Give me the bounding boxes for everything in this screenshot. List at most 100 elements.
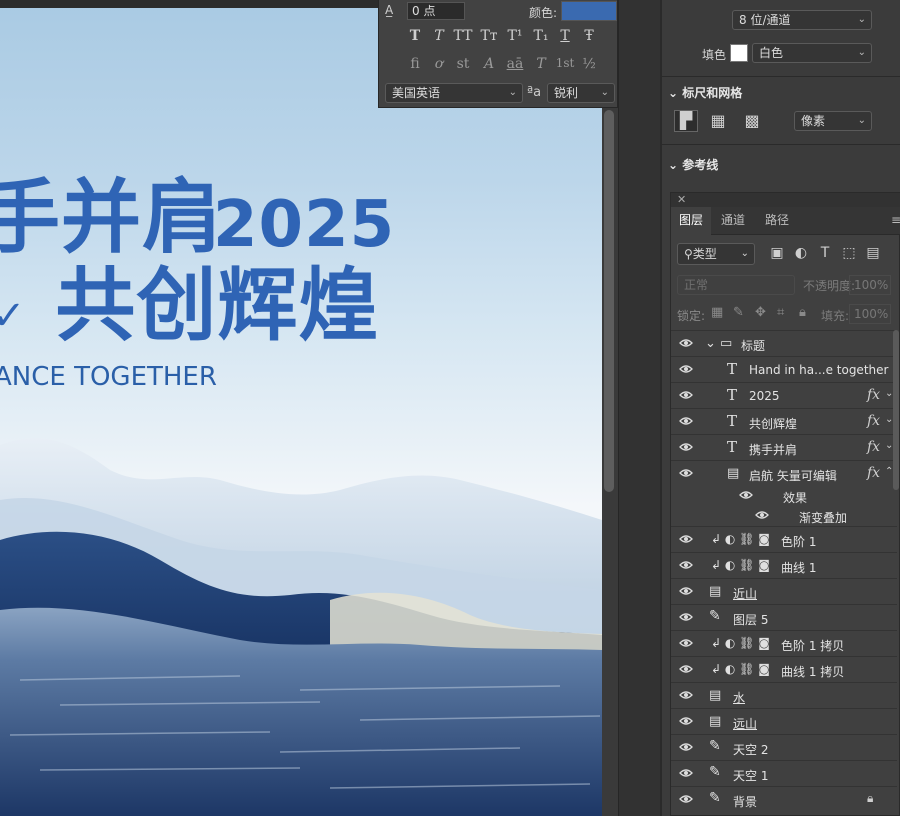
layer-row[interactable]: ↲ ◐ ⛓ ◙ 色阶 1 拷贝 (671, 630, 897, 656)
visibility-eye-icon[interactable] (679, 337, 697, 351)
layer-row[interactable]: ↲ ◐ ⛓ ◙ 曲线 1 拷贝 (671, 656, 897, 682)
image-filter-icon[interactable]: ▣ (767, 245, 787, 261)
visibility-eye-icon[interactable] (679, 533, 697, 547)
visibility-eye-icon[interactable] (679, 389, 697, 403)
fill-field[interactable]: 100% (849, 304, 891, 324)
kerning-field[interactable]: 0 点 (407, 2, 465, 20)
tab-layers[interactable]: 图层 (671, 207, 712, 235)
layer-row[interactable]: ▤ 启航 矢量可编辑 fx ⌃ (671, 460, 897, 486)
old-style-button[interactable]: ơ (427, 56, 451, 72)
opacity-field[interactable]: 100% (849, 275, 891, 295)
fill-dropdown[interactable]: 白色 ⌄ (752, 43, 872, 63)
layer-row[interactable]: ▤ 近山 (671, 578, 897, 604)
layer-row[interactable]: T 共创辉煌 fx ⌄ (671, 408, 897, 434)
antialias-dropdown[interactable]: 锐利 ⌄ (547, 83, 615, 103)
superscript-button[interactable]: T¹ (503, 28, 527, 44)
layers-scroll-thumb[interactable] (893, 330, 899, 490)
panel-menu-icon[interactable]: ≡ (891, 213, 900, 227)
visibility-eye-icon[interactable] (679, 415, 697, 429)
smart-object-icon: ▤ (709, 688, 722, 703)
layer-row[interactable]: ▤ 水 (671, 682, 897, 708)
lock-all-icon[interactable]: 🔒︎ (799, 305, 806, 320)
units-value: 像素 (801, 114, 826, 128)
blend-mode-dropdown[interactable]: 正常 (677, 275, 795, 295)
visibility-eye-icon[interactable] (679, 559, 697, 573)
layer-row[interactable]: ▤ 远山 (671, 708, 897, 734)
visibility-eye-icon[interactable] (755, 509, 773, 523)
visibility-eye-icon[interactable] (679, 793, 697, 807)
layer-row[interactable]: ↲ ◐ ⛓ ◙ 曲线 1 (671, 552, 897, 578)
layer-row[interactable]: T Hand in ha...e together (671, 356, 897, 382)
ligature-button[interactable]: fi (403, 56, 427, 72)
adjustment-filter-icon[interactable]: ◐ (791, 245, 811, 261)
blend-mode-value: 正常 (684, 278, 709, 292)
visibility-eye-icon[interactable] (679, 689, 697, 703)
layer-row[interactable]: ✎ 图层 5 (671, 604, 897, 630)
fill-color-swatch[interactable] (730, 44, 748, 62)
small-caps-button[interactable]: Tт (477, 28, 501, 44)
lock-artboard-icon[interactable]: ⌗ (777, 305, 784, 320)
discretionary-ligature-button[interactable]: st (451, 56, 475, 72)
layer-row[interactable]: ✎ 天空 2 (671, 734, 897, 760)
ordinals-button[interactable]: 1st (553, 56, 577, 70)
grid-icon[interactable]: ▦ (706, 110, 730, 132)
layer-filter-dropdown[interactable]: ⚲类型 ⌄ (677, 243, 755, 265)
subscript-button[interactable]: T₁ (529, 28, 553, 44)
all-caps-button[interactable]: TT (451, 28, 475, 44)
faux-italic-button[interactable]: T (427, 28, 451, 44)
layer-name: 曲线 1 (781, 561, 817, 575)
visibility-eye-icon[interactable] (679, 363, 697, 377)
layer-row[interactable]: T 2025 fx ⌄ (671, 382, 897, 408)
fractions-button[interactable]: ½ (577, 56, 601, 72)
shape-filter-icon[interactable]: ⬚ (839, 245, 859, 261)
chevron-down-icon: ⌄ (600, 87, 609, 98)
visibility-eye-icon[interactable] (679, 663, 697, 677)
guides-header[interactable]: ⌄ 参考线 (668, 156, 718, 173)
visibility-eye-icon[interactable] (679, 741, 697, 755)
layer-effects-icon[interactable]: fx (867, 387, 880, 403)
visibility-eye-icon[interactable] (679, 715, 697, 729)
bit-depth-dropdown[interactable]: 8 位/通道 ⌄ (732, 10, 872, 30)
underline-button[interactable]: T (553, 28, 577, 44)
visibility-eye-icon[interactable] (679, 767, 697, 781)
layer-effects-icon[interactable]: fx (867, 465, 880, 481)
pixel-grid-icon[interactable]: ▩ (740, 110, 764, 132)
layer-effects-icon[interactable]: fx (867, 439, 880, 455)
layer-row[interactable]: ↲ ◐ ⛓ ◙ 色阶 1 (671, 526, 897, 552)
visibility-eye-icon[interactable] (679, 611, 697, 625)
layer-row[interactable]: ✎ 背景 🔒︎ (671, 786, 897, 812)
document-canvas[interactable]: 手并肩 2025 ✓ 共创辉煌 ANCE TOGETHER (0, 0, 602, 816)
lock-pixels-icon[interactable]: ▦ (711, 305, 723, 320)
tab-paths[interactable]: 路径 (757, 207, 797, 235)
layer-row[interactable]: ⌄ ▭ 标题 (671, 330, 897, 356)
visibility-eye-icon[interactable] (679, 585, 697, 599)
canvas-scroll-thumb[interactable] (604, 110, 614, 492)
visibility-eye-icon[interactable] (739, 489, 757, 503)
layer-row[interactable]: T 携手并肩 fx ⌄ (671, 434, 897, 460)
layer-row[interactable]: 渐变叠加 (671, 506, 897, 526)
layer-row[interactable]: 效果 (671, 486, 897, 506)
layer-row[interactable]: ✎ 天空 1 (671, 760, 897, 786)
layer-effects-icon[interactable]: fx (867, 413, 880, 429)
swash-button[interactable]: A (477, 56, 501, 72)
tab-channels[interactable]: 通道 (713, 207, 753, 235)
titling-button[interactable]: T (529, 56, 553, 72)
lock-position-icon[interactable]: ✥ (755, 305, 766, 320)
language-dropdown[interactable]: 美国英语 ⌄ (385, 83, 523, 103)
strikethrough-button[interactable]: Ŧ (577, 28, 601, 44)
ruler-icon[interactable]: ▛ (674, 110, 698, 132)
layer-name: 渐变叠加 (799, 511, 848, 525)
units-dropdown[interactable]: 像素 ⌄ (794, 111, 872, 131)
visibility-eye-icon[interactable] (679, 467, 697, 481)
lock-paint-icon[interactable]: ✎ (733, 305, 744, 320)
type-filter-icon[interactable]: T (815, 245, 835, 261)
text-color-swatch[interactable] (561, 1, 617, 21)
rulers-grid-header[interactable]: ⌄ 标尺和网格 (668, 84, 742, 101)
visibility-eye-icon[interactable] (679, 637, 697, 651)
stylistic-alternates-button[interactable]: aā (503, 56, 527, 72)
smart-object-filter-icon[interactable]: ▤ (863, 245, 883, 261)
close-icon[interactable]: ✕ (677, 193, 686, 206)
visibility-eye-icon[interactable] (679, 441, 697, 455)
layer-name: 天空 2 (733, 743, 769, 757)
faux-bold-button[interactable]: T (403, 28, 427, 44)
